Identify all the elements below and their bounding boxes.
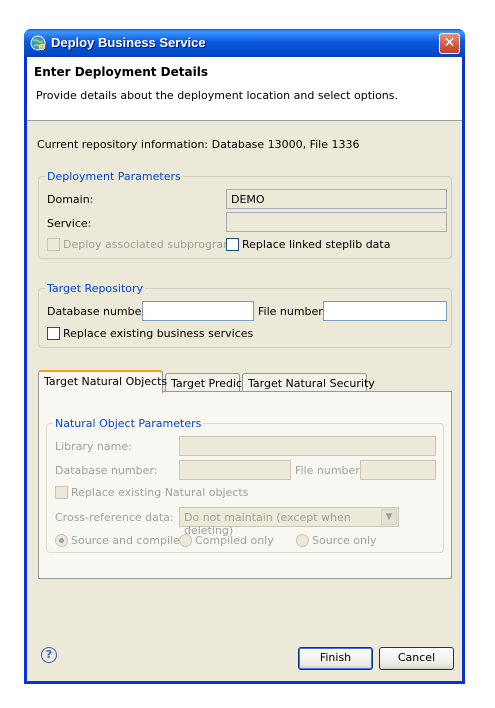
replace-services-checkbox[interactable]	[47, 327, 60, 340]
domain-label: Domain:	[47, 193, 94, 206]
target-repository-group: Target Repository Database number: File …	[38, 282, 452, 348]
chevron-down-icon: ▼	[381, 509, 397, 525]
database-number-label: Database number:	[55, 464, 158, 477]
radio-source-and-compiled[interactable]	[55, 534, 68, 547]
service-label: Service:	[47, 217, 92, 230]
deploy-subprograms-checkbox[interactable]	[47, 238, 60, 251]
file-number-label: File number:	[258, 305, 327, 318]
natural-object-parameters-group: Natural Object Parameters Library name: …	[46, 417, 444, 553]
library-name-input[interactable]	[179, 436, 436, 456]
radio-source-only[interactable]	[296, 534, 309, 547]
service-globe-icon	[30, 35, 46, 51]
database-number-label: Database number:	[47, 305, 150, 318]
replace-natural-objects-label: Replace existing Natural objects	[71, 486, 249, 499]
file-number-input[interactable]	[360, 460, 436, 480]
tab-target-natural-security[interactable]: Target Natural Security	[242, 373, 375, 393]
file-number-input[interactable]	[323, 301, 447, 321]
radio-source-and-compiled-label: Source and compiled	[71, 534, 187, 547]
group-legend: Natural Object Parameters	[53, 417, 204, 430]
close-button[interactable]: ✕	[439, 33, 460, 54]
domain-field[interactable]	[226, 189, 447, 209]
page-description: Provide details about the deployment loc…	[36, 89, 399, 102]
file-number-label: File number:	[295, 464, 364, 477]
tab-target-predict[interactable]: Target Predict	[165, 373, 246, 393]
replace-steplib-label: Replace linked steplib data	[242, 238, 391, 251]
radio-compiled-only[interactable]	[179, 534, 192, 547]
title-bar[interactable]: Deploy Business Service ✕	[24, 29, 465, 57]
cancel-button[interactable]: Cancel	[379, 647, 454, 670]
cross-reference-select[interactable]: Do not maintain (except when deleting) ▼	[179, 507, 399, 537]
radio-source-only-label: Source only	[312, 534, 377, 547]
group-legend: Target Repository	[45, 282, 146, 295]
replace-natural-objects-checkbox[interactable]	[55, 486, 68, 499]
finish-button[interactable]: Finish	[298, 647, 373, 670]
window-title: Deploy Business Service	[51, 35, 206, 50]
database-number-input[interactable]	[179, 460, 291, 480]
dialog-header: Enter Deployment Details Provide details…	[27, 57, 462, 121]
tab-panel-natural-objects: Natural Object Parameters Library name: …	[38, 391, 452, 579]
cross-reference-label: Cross-reference data:	[55, 511, 174, 524]
replace-services-label: Replace existing business services	[63, 327, 254, 340]
replace-steplib-checkbox[interactable]	[226, 238, 239, 251]
service-field[interactable]	[226, 212, 447, 232]
group-legend: Deployment Parameters	[45, 170, 183, 183]
close-icon: ✕	[443, 35, 456, 51]
deployment-parameters-group: Deployment Parameters Domain: Service: D…	[38, 170, 452, 259]
library-name-label: Library name:	[55, 440, 132, 453]
tab-target-natural-objects[interactable]: Target Natural Objects	[38, 370, 167, 393]
deploy-subprograms-label: Deploy associated subprograms	[63, 238, 240, 251]
deploy-dialog: Deploy Business Service ✕ Enter Deployme…	[24, 29, 465, 684]
repository-info: Current repository information: Database…	[37, 138, 360, 151]
help-icon[interactable]: ?	[41, 647, 57, 663]
database-number-input[interactable]	[142, 301, 254, 321]
radio-compiled-only-label: Compiled only	[195, 534, 274, 547]
page-title: Enter Deployment Details	[34, 65, 208, 79]
